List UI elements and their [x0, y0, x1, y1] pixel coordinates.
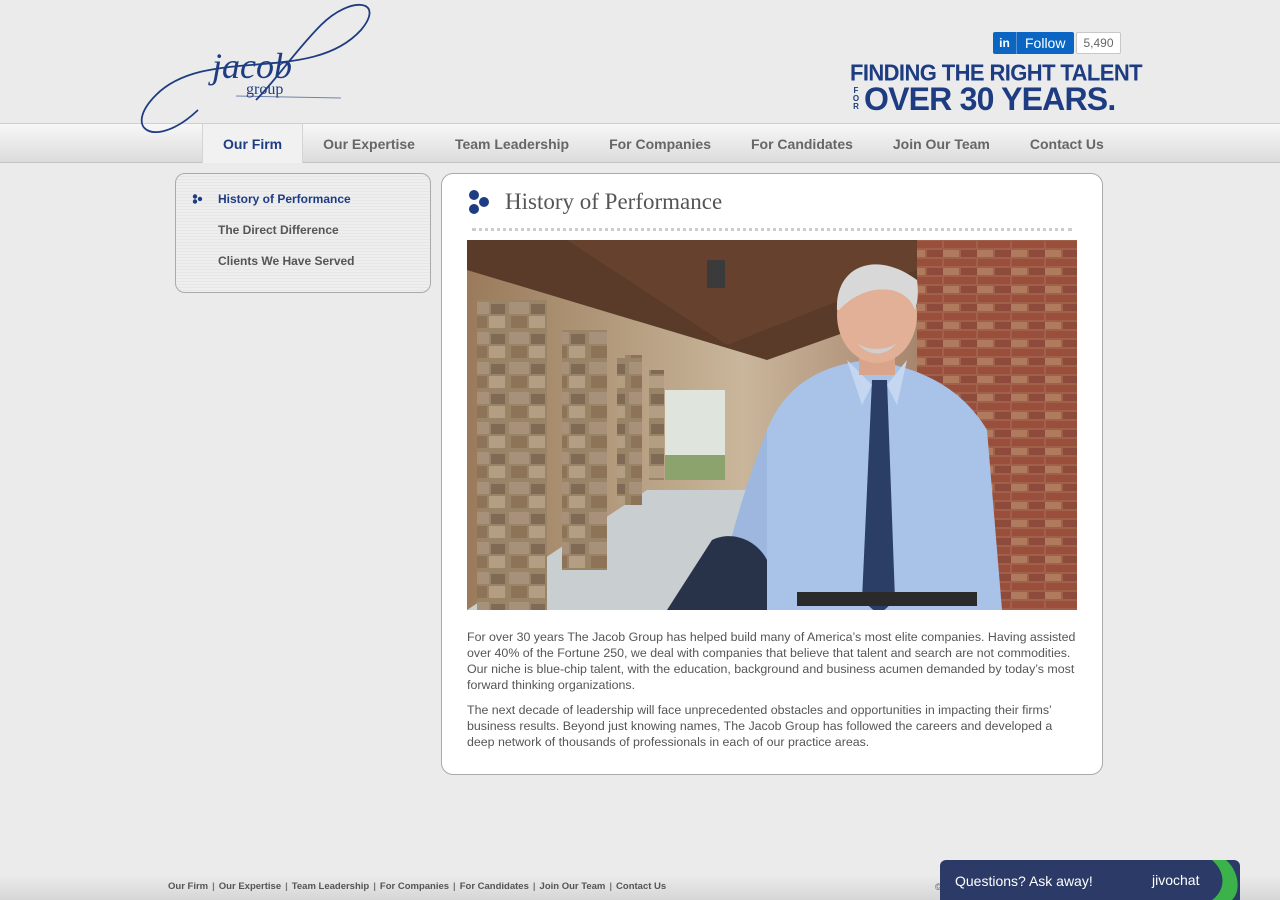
- footer-link-for-candidates[interactable]: For Candidates: [460, 881, 529, 892]
- nav-item-team-leadership[interactable]: Team Leadership: [435, 124, 589, 163]
- sidebar-item-the-direct-difference[interactable]: The Direct Difference: [176, 221, 430, 252]
- executive-photo: [467, 240, 1077, 610]
- footer-link-team-leadership[interactable]: Team Leadership: [292, 881, 369, 892]
- linkedin-follow-label: Follow: [1025, 35, 1066, 51]
- logo-graphic: jacob group: [140, 3, 371, 133]
- footer-separator: |: [285, 881, 288, 892]
- sidebar-item-label: Clients We Have Served: [218, 254, 355, 268]
- content-panel: History of Performance For over 30 years…: [441, 173, 1103, 775]
- linkedin-icon: in: [993, 32, 1017, 54]
- jivochat-widget[interactable]: Questions? Ask away! jivochat: [940, 860, 1240, 900]
- footer-separator: |: [453, 881, 456, 892]
- chat-prompt: Questions? Ask away!: [955, 873, 1093, 889]
- footer-links: Our Firm | Our Expertise | Team Leadership | F…: [168, 881, 666, 892]
- nav-item-contact-us[interactable]: Contact Us: [1010, 124, 1124, 163]
- sidebar-item-label: The Direct Difference: [218, 223, 339, 237]
- svg-text:jacob: jacob: [208, 46, 292, 86]
- sidebar-subnav: History of Performance The Direct Differe…: [175, 173, 431, 293]
- footer-separator: |: [532, 881, 536, 892]
- site-header: jacob group in Follow 5,490 FINDING THE …: [0, 0, 1280, 133]
- linkedin-follower-count: 5,490: [1076, 32, 1121, 54]
- jivochat-leaf-icon: [1212, 860, 1238, 900]
- linkedin-follow-button[interactable]: in Follow: [993, 32, 1075, 54]
- footer-link-contact-us[interactable]: Contact Us: [616, 881, 666, 892]
- nav-item-for-companies[interactable]: For Companies: [589, 124, 731, 163]
- intro-paragraph-1: For over 30 years The Jacob Group has he…: [467, 630, 1076, 692]
- sidebar-item-label: History of Performance: [218, 192, 351, 206]
- footer-separator: |: [609, 881, 613, 892]
- sidebar-item-clients-we-have-served[interactable]: Clients We Have Served: [176, 252, 430, 283]
- title-divider: [472, 228, 1072, 231]
- jacob-group-logo[interactable]: jacob group: [136, 0, 376, 142]
- footer-separator: |: [212, 881, 215, 892]
- svg-text:group: group: [246, 81, 283, 98]
- nav-item-for-candidates[interactable]: For Candidates: [731, 124, 873, 163]
- intro-paragraph-2: The next decade of leadership will face …: [467, 703, 1053, 749]
- footer-separator: |: [373, 881, 376, 892]
- sidebar-item-history-of-performance[interactable]: History of Performance: [176, 190, 430, 221]
- page-title: History of Performance: [505, 189, 723, 214]
- footer-link-our-expertise[interactable]: Our Expertise: [219, 881, 281, 892]
- tagline-line1: FINDING THE RIGHT TALENT: [850, 59, 1143, 86]
- footer-link-for-companies[interactable]: For Companies: [380, 881, 449, 892]
- three-dots-icon: [469, 190, 489, 214]
- chat-brand: jivochat: [1152, 872, 1200, 888]
- three-dots-icon: [192, 194, 203, 204]
- linkedin-follow-widget: in Follow 5,490: [993, 32, 1121, 54]
- tagline-line2: OVER 30 YEARS.: [864, 81, 1116, 117]
- tagline-for: FOR: [852, 86, 860, 111]
- nav-item-join-our-team[interactable]: Join Our Team: [873, 124, 1010, 163]
- footer-link-our-firm[interactable]: Our Firm: [168, 881, 208, 892]
- footer-link-join-our-team[interactable]: Join Our Team: [540, 881, 606, 892]
- tagline: FINDING THE RIGHT TALENT FOR OVER 30 YEA…: [850, 59, 1143, 117]
